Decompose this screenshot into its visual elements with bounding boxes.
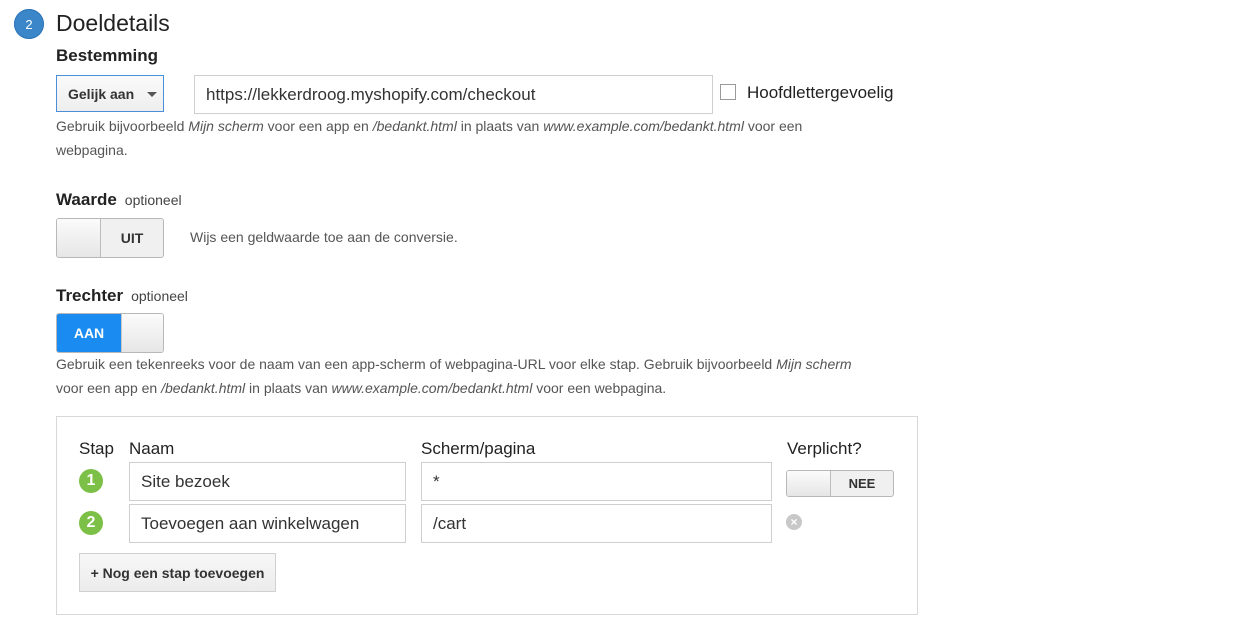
step-screen-input[interactable]: /cart [421, 504, 772, 543]
toggle-knob [787, 471, 831, 496]
funnel-hint: Gebruik een tekenreeks voor de naam van … [56, 356, 852, 396]
value-optional-label: optioneel [124, 192, 182, 208]
step-name-input[interactable]: Toevoegen aan winkelwagen [129, 504, 406, 543]
column-header-step: Stap [79, 439, 114, 458]
remove-step-icon[interactable]: × [786, 514, 802, 530]
step-screen-input[interactable]: * [421, 462, 772, 501]
required-toggle-label: NEE [848, 476, 876, 491]
step-number-badge: 2 [14, 9, 44, 39]
section-title: Doeldetails [56, 10, 170, 36]
toggle-knob [121, 314, 163, 352]
case-sensitive-checkbox[interactable] [720, 84, 736, 100]
required-toggle[interactable]: NEE [786, 470, 894, 497]
step-name-input[interactable]: Site bezoek [129, 462, 406, 501]
value-description: Wijs een geldwaarde toe aan de conversie… [190, 229, 458, 245]
match-type-value: Gelijk aan [68, 85, 135, 102]
chevron-down-icon [147, 92, 158, 97]
column-header-name: Naam [129, 439, 175, 458]
toggle-knob [57, 219, 101, 257]
value-toggle[interactable]: UIT [56, 218, 164, 258]
step-number-badge: 1 [79, 469, 103, 493]
match-type-dropdown[interactable]: Gelijk aan [56, 75, 164, 112]
column-header-screen: Scherm/pagina [421, 439, 536, 458]
step-number-badge: 2 [79, 511, 103, 535]
value-label: Waarde optioneel [56, 190, 182, 209]
destination-hint: Gebruik bijvoorbeeld Mijn scherm voor ee… [56, 118, 803, 158]
destination-label: Bestemming [56, 46, 159, 65]
case-sensitive-label: Hoofdlettergevoelig [747, 83, 894, 102]
destination-url-input[interactable]: https://lekkerdroog.myshopify.com/checko… [194, 75, 713, 114]
funnel-label: Trechter optioneel [56, 286, 188, 305]
funnel-toggle[interactable]: AAN [56, 313, 164, 353]
add-step-button[interactable]: + Nog een stap toevoegen [79, 553, 276, 592]
column-header-required: Verplicht? [787, 439, 862, 458]
funnel-optional-label: optioneel [131, 288, 188, 304]
value-toggle-label: UIT [120, 230, 144, 246]
funnel-toggle-label: AAN [57, 314, 121, 352]
